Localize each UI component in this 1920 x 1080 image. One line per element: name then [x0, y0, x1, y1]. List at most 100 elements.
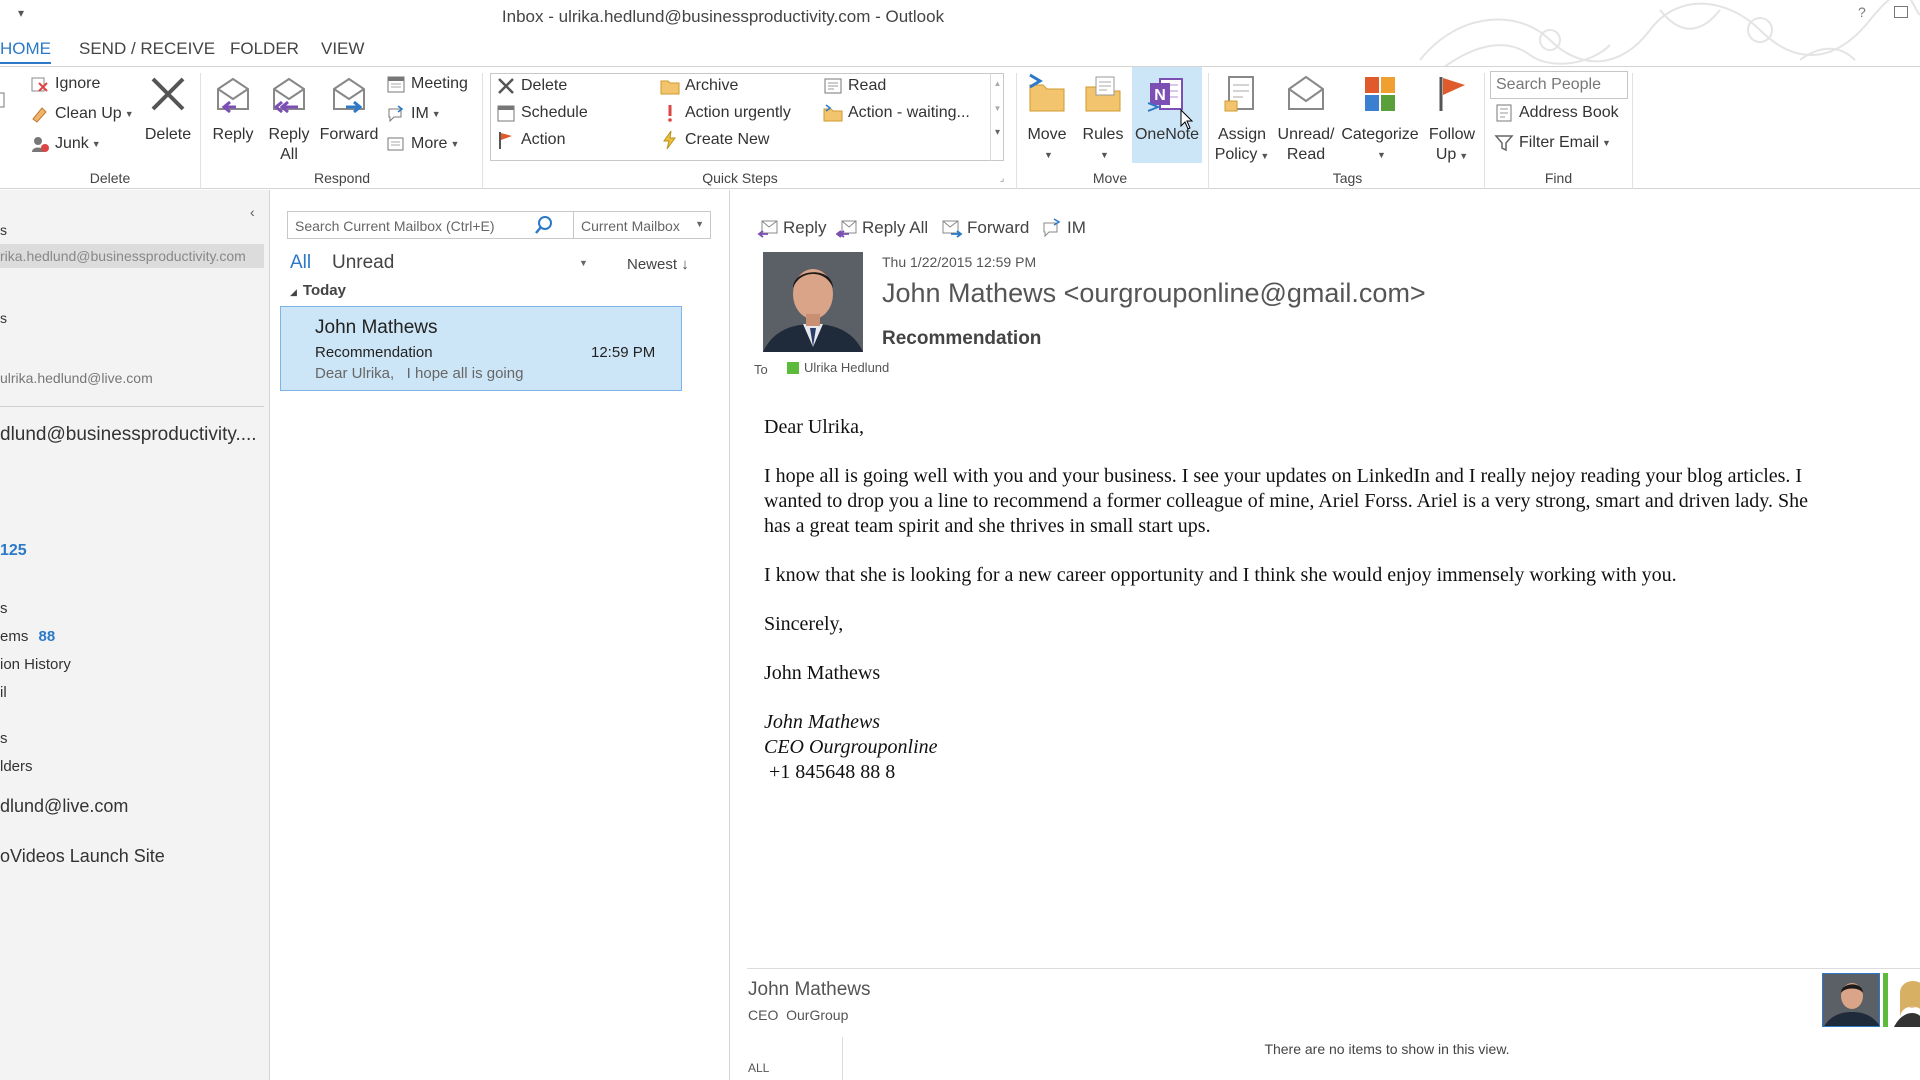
sender-photo[interactable]: [763, 252, 863, 352]
reply-all-button[interactable]: Reply All: [264, 73, 314, 165]
more-icon: [387, 137, 404, 151]
quickstep-schedule[interactable]: Schedule: [496, 101, 588, 125]
people-pane-tab-all[interactable]: ALL: [748, 1061, 769, 1075]
dialog-launcher-icon[interactable]: ⌟: [1000, 173, 1004, 184]
people-pane-photo-selected[interactable]: [1822, 973, 1880, 1027]
group-separator: [1484, 73, 1485, 189]
tab-folder[interactable]: FOLDER: [230, 39, 299, 59]
group-separator: [482, 73, 483, 189]
reply-icon: [757, 220, 778, 238]
help-button[interactable]: ?: [1858, 4, 1866, 20]
address-book-button[interactable]: Address Book: [1494, 101, 1619, 125]
rules-icon: [1085, 76, 1121, 112]
new-items-icon[interactable]: [0, 91, 8, 113]
reading-im-button[interactable]: IM: [1041, 218, 1086, 238]
message-item[interactable]: John Mathews Recommendation 12:59 PM Dea…: [280, 306, 682, 391]
folder-deleted-items[interactable]: ems 88: [0, 628, 55, 645]
follow-label-line2: Up ▼: [1435, 146, 1469, 163]
filter-dropdown-icon[interactable]: ▼: [579, 258, 588, 268]
tab-home[interactable]: HOME: [0, 36, 51, 64]
reply-all-label-line1: Reply: [268, 126, 310, 143]
scroll-down-icon[interactable]: ▼: [991, 104, 1004, 113]
collapse-pane-icon[interactable]: ‹: [250, 204, 255, 220]
filter-unread[interactable]: Unread: [332, 252, 394, 274]
more-button[interactable]: More ▼: [386, 132, 459, 156]
quick-steps-scrollbar[interactable]: ▲ ▼ ▾: [990, 73, 1004, 161]
reading-forward-label: Forward: [967, 218, 1030, 237]
assign-label-line1: Assign: [1217, 126, 1267, 143]
reading-reply-button[interactable]: Reply: [757, 218, 826, 238]
people-pane: John Mathews CEO OurGroup ALL There are …: [747, 968, 1920, 1080]
tab-view[interactable]: VIEW: [321, 39, 364, 59]
search-mailbox-box[interactable]: Search Current Mailbox (Ctrl+E) Current …: [287, 211, 711, 239]
group-separator: [1632, 73, 1633, 189]
im-button[interactable]: IM ▼: [386, 102, 441, 126]
sort-order[interactable]: Newest ↓: [627, 256, 689, 273]
to-label: To: [754, 362, 768, 377]
search-scope-label: Current Mailbox: [581, 218, 680, 234]
assign-policy-button[interactable]: Assign Policy ▼: [1212, 73, 1272, 166]
signature-phone: +1 845648 88 8: [764, 761, 896, 783]
signature-name: John Mathews: [764, 711, 881, 733]
junk-button[interactable]: Junk ▼: [30, 132, 101, 156]
people-pane-empty-message: There are no items to show in this view.: [1264, 1041, 1510, 1057]
filter-icon: [1494, 135, 1514, 152]
search-icon[interactable]: [534, 215, 554, 235]
meeting-button[interactable]: Meeting: [386, 72, 468, 96]
folder-conversation-history[interactable]: ion History: [0, 656, 71, 673]
quickstep-read[interactable]: Read: [823, 74, 886, 98]
search-people-input[interactable]: Search People: [1490, 71, 1628, 99]
recipient[interactable]: Ulrika Hedlund: [787, 360, 889, 375]
cleanup-dropdown-icon: ▼: [124, 109, 134, 119]
account-live[interactable]: ulrika.hedlund@live.com: [0, 370, 153, 386]
scroll-up-icon[interactable]: ▲: [991, 79, 1004, 88]
forward-button[interactable]: Forward: [318, 73, 380, 145]
recipient-name: Ulrika Hedlund: [804, 360, 890, 375]
inbox-unread-count[interactable]: 125: [0, 542, 27, 560]
filter-all[interactable]: All: [290, 252, 311, 274]
mailbox-videos-launch-site[interactable]: oVideos Launch Site: [0, 846, 165, 867]
delete-x-icon: [151, 77, 185, 111]
folder-item[interactable]: s: [0, 310, 7, 326]
account-businessproductivity[interactable]: rika.hedlund@businessproductivity.com: [0, 244, 264, 268]
filter-email-button[interactable]: Filter Email ▼: [1494, 131, 1611, 155]
rules-button[interactable]: Rules ▼: [1080, 73, 1126, 165]
categorize-button[interactable]: Categorize ▼: [1340, 73, 1420, 165]
follow-up-button[interactable]: Follow Up ▼: [1424, 73, 1480, 166]
folder-favorites[interactable]: s: [0, 222, 7, 238]
people-pane-photo-2[interactable]: [1892, 973, 1920, 1027]
quickstep-action-urgently[interactable]: Action urgently: [660, 101, 791, 125]
search-scope-dropdown[interactable]: Current Mailbox ▼: [573, 212, 712, 238]
quickstep-delete[interactable]: Delete: [496, 74, 567, 98]
message-from[interactable]: John Mathews <ourgrouponline@gmail.com>: [882, 278, 1426, 309]
svg-text:N: N: [1154, 87, 1166, 104]
folder-junk-email[interactable]: il: [0, 684, 7, 701]
move-button[interactable]: Move ▼: [1022, 73, 1072, 165]
folder-item[interactable]: s: [0, 730, 8, 747]
search-mailbox-input[interactable]: Search Current Mailbox (Ctrl+E): [295, 218, 495, 234]
quickstep-action[interactable]: Action: [496, 128, 565, 152]
cleanup-button[interactable]: Clean Up ▼: [30, 102, 134, 126]
quickstep-create-new[interactable]: Create New: [660, 128, 769, 152]
reading-reply-all-button[interactable]: Reply All: [836, 218, 928, 238]
folder-item[interactable]: s: [0, 600, 8, 617]
presence-available-icon: [787, 361, 799, 374]
reading-forward-button[interactable]: Forward: [941, 218, 1029, 238]
mailbox-live[interactable]: dlund@live.com: [0, 796, 128, 817]
group-header-today[interactable]: ◢ Today: [280, 282, 682, 304]
unread-read-button[interactable]: Unread/ Read: [1274, 73, 1338, 165]
tab-send-receive[interactable]: SEND / RECEIVE: [79, 39, 215, 59]
delete-button[interactable]: Delete: [140, 73, 196, 145]
folder-search-folders[interactable]: lders: [0, 758, 33, 775]
message-list-pane: Search Current Mailbox (Ctrl+E) Current …: [271, 190, 730, 1080]
restore-icon[interactable]: [1894, 6, 1908, 18]
quickstep-archive[interactable]: Archive: [660, 74, 738, 98]
sender-avatar-icon: [763, 252, 863, 352]
categorize-dropdown-icon: ▼: [1377, 150, 1386, 160]
gallery-expand-icon[interactable]: ▾: [991, 127, 1004, 138]
reply-button[interactable]: Reply: [208, 73, 258, 145]
ignore-button[interactable]: Ignore: [30, 72, 100, 96]
presence-available-icon: [1883, 973, 1888, 1027]
mailbox-businessproductivity[interactable]: dlund@businessproductivity....: [0, 424, 257, 446]
quickstep-action-waiting[interactable]: Action - waiting...: [823, 101, 970, 125]
